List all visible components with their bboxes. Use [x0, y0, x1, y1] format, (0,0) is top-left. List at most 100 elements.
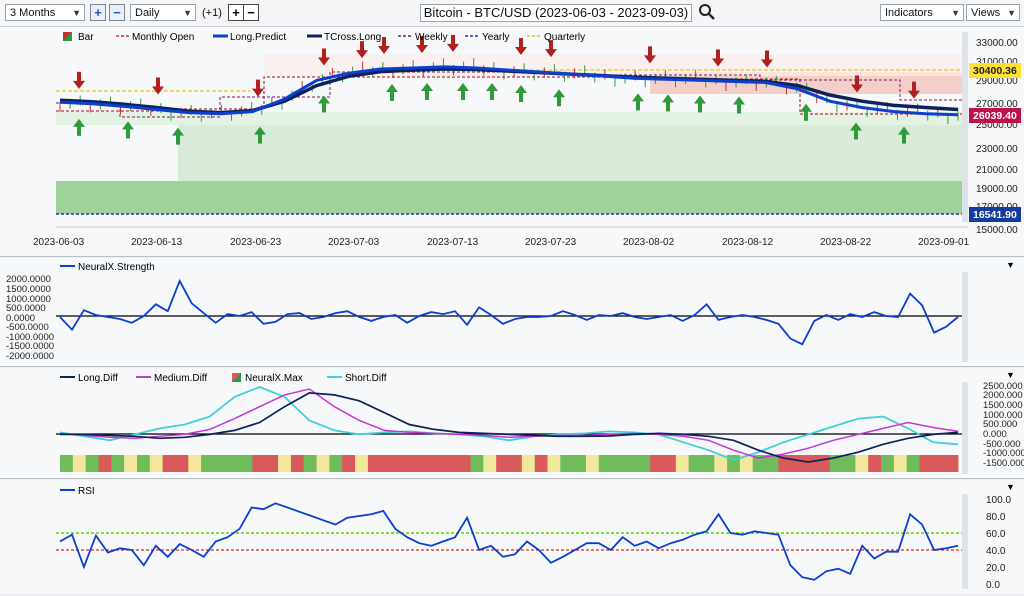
indicators-label: Indicators	[885, 7, 933, 19]
long-diff-line	[60, 392, 959, 463]
neuralx-max-cell	[650, 455, 664, 472]
y-tick: 23000.00	[976, 144, 1018, 155]
neuralx-max-cell	[919, 455, 933, 472]
neuralx-max-cell	[380, 455, 394, 472]
lower-price-badge-text: 16541.90	[973, 209, 1017, 221]
date-axis: 2023-06-03 2023-06-13 2023-06-23 2023-07…	[33, 237, 970, 248]
sell-arrow-icon	[515, 38, 527, 56]
legend-tcross-long: TCross.Long	[324, 32, 381, 43]
diff-chart[interactable]: Long.Diff Medium.Diff NeuralX.Max Short.…	[0, 368, 1024, 478]
views-select[interactable]: Views ▼	[966, 4, 1020, 21]
rsi-legend: RSI	[78, 486, 95, 497]
collapse-icon[interactable]: ▼	[1006, 370, 1015, 380]
neuralx-max-cell	[932, 455, 946, 472]
step-increase-button[interactable]: +	[228, 4, 244, 21]
strength-scrollbar[interactable]	[962, 272, 968, 362]
period-select[interactable]: 3 Months ▼	[5, 4, 85, 21]
neuralx-max-cell	[278, 455, 292, 472]
y-tick: 21000.00	[976, 165, 1018, 176]
step-decrease-button[interactable]: −	[243, 4, 259, 21]
buy-arrow-icon	[486, 82, 498, 100]
neuralx-max-cell	[201, 455, 215, 472]
y-tick: 0.0	[986, 580, 1000, 591]
sell-arrow-icon	[152, 77, 164, 95]
neuralx-max-cell	[85, 455, 99, 472]
legend-neuralx-max: NeuralX.Max	[245, 373, 303, 384]
price-legend: Bar Monthly Open Long.Predict TCross.Lon…	[63, 32, 585, 43]
x-tick: 2023-07-23	[525, 237, 577, 248]
interval-value: Daily	[135, 7, 160, 19]
zoom-out-button[interactable]: −	[109, 4, 125, 21]
y-tick: 40.0	[986, 546, 1006, 557]
legend-bar: Bar	[78, 32, 94, 43]
zoom-in-button[interactable]: +	[90, 4, 106, 21]
price-panel: Bar Monthly Open Long.Predict TCross.Lon…	[0, 27, 1024, 257]
rsi-y-axis: 100.0 80.0 60.0 40.0 20.0 0.0	[986, 495, 1011, 591]
diff-scrollbar[interactable]	[962, 382, 968, 474]
neuralx-max-cell	[675, 455, 689, 472]
neuralx-max-cell	[765, 455, 779, 472]
neuralx-max-cell	[457, 455, 471, 472]
views-label: Views	[971, 7, 1001, 19]
demand-zone	[56, 181, 968, 214]
neuralx-max-bar	[60, 455, 959, 472]
neuralx-max-cell	[893, 455, 908, 472]
rsi-chart[interactable]: RSI ▼ 100.0 80.0 60.0 40.0 20.0 0.0	[0, 480, 1024, 593]
y-tick: -2000.0000	[6, 351, 54, 362]
neuralx-max-cell	[444, 455, 459, 472]
price-chart[interactable]: Bar Monthly Open Long.Predict TCross.Lon…	[0, 27, 1024, 256]
neuralx-max-cell	[303, 455, 317, 472]
x-tick: 2023-09-01	[918, 237, 970, 248]
neuralx-max-cell	[855, 455, 869, 472]
neuralx-max-cell	[162, 455, 176, 472]
price-scrollbar[interactable]	[962, 32, 968, 222]
chart-title: Bitcoin - BTC/USD (2023-06-03 - 2023-09-…	[420, 4, 692, 22]
strength-legend: NeuralX.Strength	[78, 262, 155, 273]
sell-arrow-icon	[447, 34, 459, 52]
neuralx-max-cell	[265, 455, 279, 472]
short-diff-line	[59, 386, 959, 461]
neuralx-max-cell	[124, 455, 138, 472]
x-tick: 2023-06-13	[131, 237, 183, 248]
neuralx-max-cell	[624, 455, 638, 472]
y-tick: -1500.000	[983, 458, 1024, 469]
upper-price-badge-text: 30400.36	[973, 65, 1017, 77]
indicators-select[interactable]: Indicators ▼	[880, 4, 964, 21]
interval-select[interactable]: Daily ▼	[130, 4, 196, 21]
legend-monthly-open: Monthly Open	[132, 32, 194, 43]
medium-diff-line	[59, 388, 959, 459]
chevron-down-icon: ▼	[951, 8, 960, 18]
neuralx-max-cell	[560, 455, 574, 472]
collapse-icon[interactable]: ▼	[1006, 482, 1015, 492]
y-tick: 20.0	[986, 563, 1006, 574]
neuralx-max-cell	[470, 455, 484, 472]
x-tick: 2023-06-23	[230, 237, 282, 248]
neuralx-strength-line	[59, 278, 959, 346]
chevron-down-icon: ▼	[183, 8, 192, 18]
collapse-icon[interactable]: ▼	[1006, 260, 1015, 270]
rsi-scrollbar[interactable]	[962, 494, 968, 589]
step-label: (+1)	[202, 7, 222, 19]
buy-arrow-icon	[662, 94, 674, 112]
neuralx-max-cell	[906, 455, 920, 472]
legend-short-diff: Short.Diff	[345, 373, 387, 384]
sell-arrow-icon	[252, 79, 264, 97]
diff-panel: Long.Diff Medium.Diff NeuralX.Max Short.…	[0, 368, 1024, 479]
chevron-down-icon: ▼	[72, 8, 81, 18]
neuralx-max-cell	[175, 455, 189, 472]
neuralx-max-cell	[791, 455, 805, 472]
buy-arrow-icon	[386, 84, 398, 102]
neuralx-max-cell	[98, 455, 112, 472]
diff-y-axis: 2500.000 2000.000 1500.000 1000.000 500.…	[983, 381, 1024, 469]
neuralx-max-cell	[483, 455, 497, 472]
plus-icon: +	[94, 5, 102, 20]
neuralx-max-cell	[521, 455, 535, 472]
neuralx-max-cell	[290, 455, 305, 472]
neuralx-max-cell	[188, 455, 202, 472]
neuralx-max-cell	[881, 455, 895, 472]
neuralx-max-cell	[111, 455, 125, 472]
legend-long-diff: Long.Diff	[78, 373, 118, 384]
neuralx-max-cell	[213, 455, 228, 472]
strength-chart[interactable]: NeuralX.Strength ▼ 2000.0000 1500.0000 1…	[0, 258, 1024, 366]
search-icon[interactable]	[698, 3, 716, 21]
